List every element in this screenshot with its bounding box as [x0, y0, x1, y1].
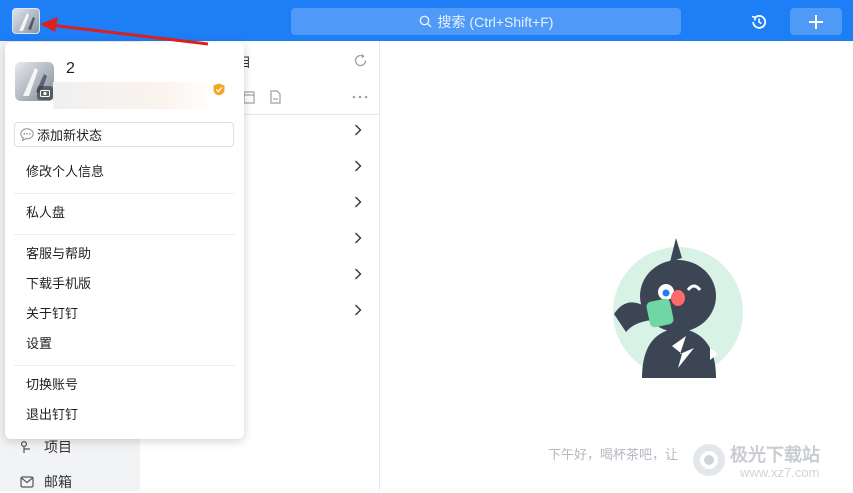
search-icon — [419, 15, 432, 28]
empty-state-message: 下午好，喝杯茶吧，让 — [548, 447, 679, 462]
menu-switch-account[interactable]: 切换账号 — [26, 376, 78, 394]
add-status-button[interactable]: 添加新状态 — [14, 122, 234, 147]
profile-popup: 2 添加新状态 修改个人信息 私人盘 客服与帮助 下载手机版 关于钉钉 设置 切… — [5, 42, 244, 439]
watermark: 极光下载站 www.xz7.com — [690, 438, 850, 484]
chevron-right-icon[interactable] — [352, 124, 364, 136]
menu-edit-profile[interactable]: 修改个人信息 — [26, 163, 104, 181]
chevron-right-icon[interactable] — [352, 232, 364, 244]
verified-badge-icon — [213, 83, 225, 96]
history-icon — [751, 14, 767, 29]
search-placeholder: 搜索 (Ctrl+Shift+F) — [437, 13, 554, 30]
chevron-right-icon[interactable] — [352, 304, 364, 316]
sidebar-item-mail[interactable]: 邮箱 — [20, 471, 72, 493]
speech-bubble-icon — [20, 128, 34, 141]
divider — [14, 365, 235, 366]
profile-avatar[interactable] — [15, 62, 54, 101]
more-icon[interactable] — [352, 95, 368, 99]
menu-about[interactable]: 关于钉钉 — [26, 305, 78, 323]
redacted-info — [53, 82, 213, 109]
sidebar-item-label: 项目 — [44, 439, 72, 455]
project-icon — [20, 440, 30, 453]
document-icon[interactable] — [270, 90, 281, 104]
sidebar-item-project[interactable]: 项目 — [20, 436, 72, 458]
chevron-right-icon[interactable] — [352, 196, 364, 208]
menu-settings[interactable]: 设置 — [26, 335, 52, 353]
search-input[interactable]: 搜索 (Ctrl+Shift+F) — [291, 8, 681, 35]
add-status-label: 添加新状态 — [37, 128, 103, 143]
history-button[interactable] — [744, 8, 774, 35]
divider — [14, 193, 235, 194]
calendar-icon[interactable] — [243, 90, 255, 104]
divider — [14, 234, 235, 235]
watermark-logo — [693, 444, 725, 476]
menu-private-disk[interactable]: 私人盘 — [26, 204, 65, 222]
mascot-illustration — [613, 238, 743, 378]
menu-support[interactable]: 客服与帮助 — [26, 245, 91, 263]
profile-name: 2 — [66, 60, 75, 77]
menu-download-mobile[interactable]: 下载手机版 — [26, 275, 91, 293]
refresh-icon[interactable] — [353, 53, 368, 68]
watermark-brand: 极光下载站 — [730, 445, 820, 465]
create-button[interactable] — [790, 8, 842, 35]
sidebar-item-label: 邮箱 — [44, 474, 72, 490]
plus-icon — [809, 14, 823, 29]
chevron-right-icon[interactable] — [352, 160, 364, 172]
menu-logout[interactable]: 退出钉钉 — [26, 406, 78, 424]
watermark-url: www.xz7.com — [740, 465, 820, 480]
annotation-arrow — [40, 17, 209, 46]
camera-icon[interactable] — [37, 86, 53, 100]
chevron-right-icon[interactable] — [352, 268, 364, 280]
mail-icon — [20, 476, 34, 488]
